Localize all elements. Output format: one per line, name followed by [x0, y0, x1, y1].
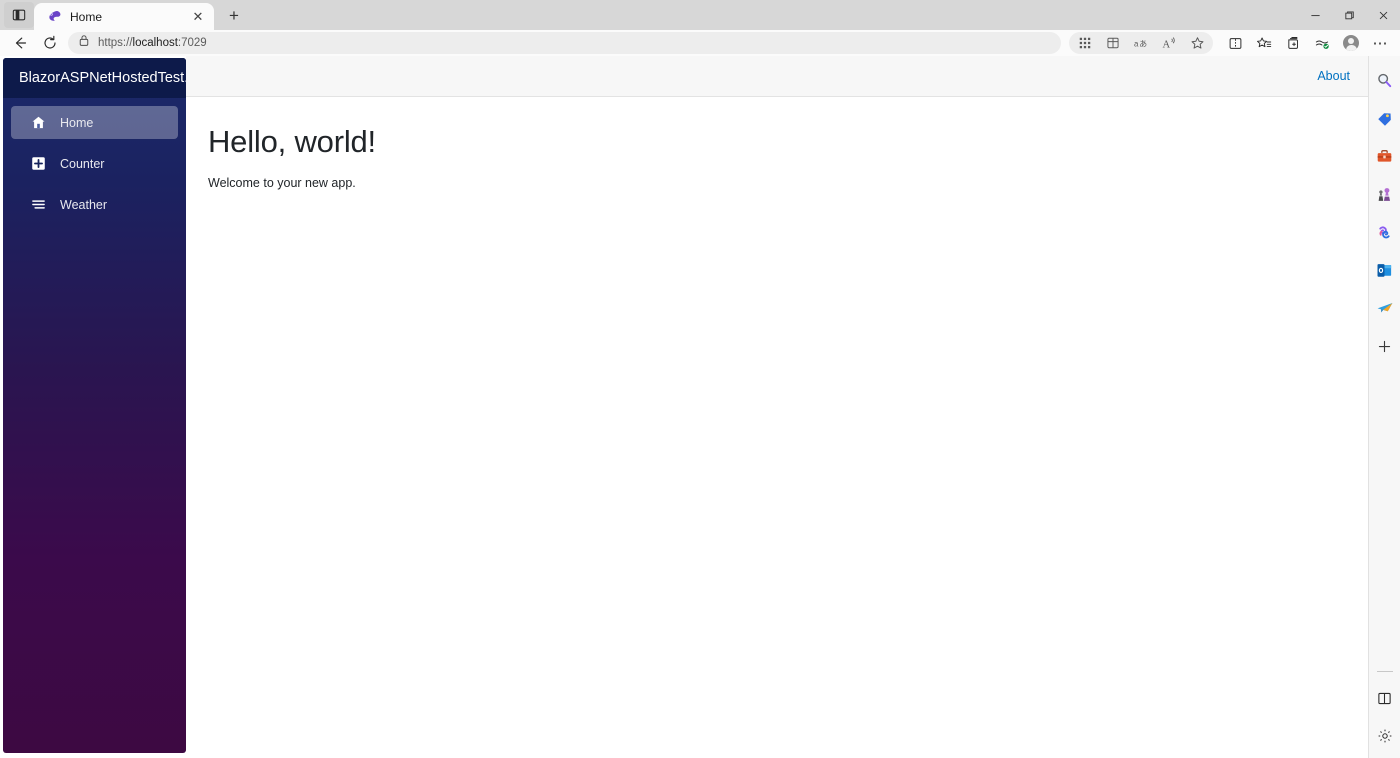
browser-window: Home ✕ + https://localhost:7029 a あ A ⋯ … [0, 0, 1400, 758]
sidebar-item-counter[interactable]: Counter [11, 147, 178, 180]
restore-button[interactable] [1332, 0, 1366, 30]
browser-tab[interactable]: Home ✕ [34, 3, 214, 30]
minimize-button[interactable] [1298, 0, 1332, 30]
sidebar-item-weather[interactable]: Weather [11, 188, 178, 221]
app-content: Hello, world! Welcome to your new app. [186, 97, 1368, 190]
sidebar-pane-icon[interactable] [1371, 684, 1399, 712]
omnibox-actions: a あ A [1069, 32, 1213, 54]
app-main: About Hello, world! Welcome to your new … [186, 56, 1368, 758]
window-controls [1298, 0, 1400, 30]
tab-strip: Home ✕ + [34, 0, 248, 30]
plus-square-icon [30, 156, 46, 172]
add-sidebar-icon[interactable] [1371, 332, 1399, 360]
copilot-swirl-icon[interactable] [1371, 218, 1399, 246]
title-bar: Home ✕ + [0, 0, 1400, 30]
collections-icon[interactable] [1279, 31, 1307, 55]
split-table-icon[interactable] [1099, 31, 1127, 55]
edge-sidebar-bottom [1371, 667, 1399, 758]
read-aloud-icon[interactable]: A [1155, 31, 1183, 55]
qr-scan-icon[interactable] [1071, 31, 1099, 55]
shopping-tag-icon[interactable] [1371, 104, 1399, 132]
sidebar-item-label: Home [60, 115, 94, 130]
divider [1376, 671, 1393, 672]
app-nav-menu: Home Counter Weather [3, 98, 186, 221]
favorites-list-icon[interactable] [1250, 31, 1278, 55]
outlook-icon[interactable] [1371, 256, 1399, 284]
settings-gear-icon[interactable] [1371, 722, 1399, 750]
tab-actions-icon[interactable] [4, 2, 34, 28]
about-link[interactable]: About [1317, 69, 1350, 83]
close-button[interactable] [1366, 0, 1400, 30]
toolbar-right-actions: ⋯ [1221, 31, 1394, 55]
profile-avatar[interactable] [1337, 31, 1365, 55]
back-arrow-icon[interactable] [6, 31, 34, 55]
app-brand[interactable]: BlazorASPNetHostedTest.Cl [3, 58, 186, 98]
house-icon [30, 115, 46, 131]
svg-text:a: a [1134, 40, 1139, 49]
browser-essentials-icon[interactable] [1308, 31, 1336, 55]
sidebar-item-home[interactable]: Home [11, 106, 178, 139]
page-title: Hello, world! [208, 124, 376, 159]
browser-toolbar: https://localhost:7029 a あ A ⋯ [0, 30, 1400, 80]
favorite-star-icon[interactable] [1183, 31, 1211, 55]
address-text: https://localhost:7029 [98, 37, 207, 49]
sidebar-item-label: Weather [60, 197, 108, 212]
search-icon[interactable] [1371, 66, 1399, 94]
page-lead-text: Welcome to your new app. [208, 176, 356, 191]
drop-paperplane-icon[interactable] [1371, 294, 1399, 322]
tab-title: Home [70, 9, 103, 24]
new-tab-button[interactable]: + [220, 2, 248, 28]
avatar [1343, 35, 1359, 51]
address-bar[interactable]: https://localhost:7029 [68, 32, 1061, 54]
tools-briefcase-icon[interactable] [1371, 142, 1399, 170]
svg-text:あ: あ [1139, 40, 1147, 49]
close-icon[interactable]: ✕ [190, 9, 206, 25]
svg-text:A: A [1162, 39, 1170, 50]
edge-sidebar [1368, 56, 1400, 758]
sidebar-item-label: Counter [60, 156, 105, 171]
app-brand-title: BlazorASPNetHostedTest.Cl [19, 70, 186, 86]
refresh-icon[interactable] [36, 31, 64, 55]
page-viewport: BlazorASPNetHostedTest.Cl Home Counter W… [0, 56, 1368, 758]
app-sidebar: BlazorASPNetHostedTest.Cl Home Counter W… [3, 58, 186, 753]
games-icon[interactable] [1371, 180, 1399, 208]
settings-and-more-icon[interactable]: ⋯ [1366, 31, 1394, 55]
app-topbar: About [186, 56, 1368, 97]
list-lines-icon [30, 197, 46, 213]
lock-icon [78, 34, 90, 52]
split-screen-icon[interactable] [1221, 31, 1249, 55]
blazor-logo-icon [46, 9, 62, 25]
translate-icon[interactable]: a あ [1127, 31, 1155, 55]
